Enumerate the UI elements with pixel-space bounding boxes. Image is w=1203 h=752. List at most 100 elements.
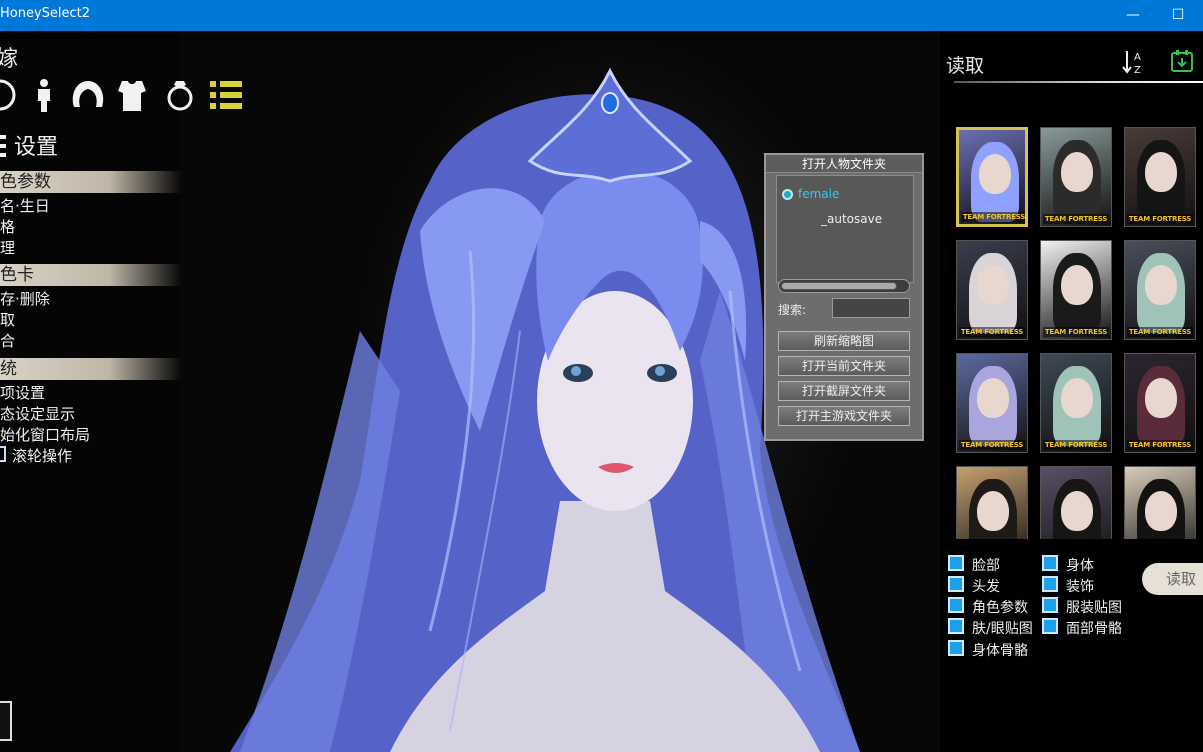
open-current-folder-button[interactable]: 打开当前文件夹 — [778, 356, 910, 376]
card-face — [1145, 152, 1177, 192]
card-badge: TEAM FORTRESS 2 — [1043, 214, 1109, 226]
chara-edit-menu: 嫁 设置 色参数 名·生日 格 理 色卡 存·删除 取 合 统 项设置 态设定显… — [0, 31, 242, 752]
load-panel: 读取 A Z TEAM FORTRESS 2TEAM FORTRESS 2TEA… — [940, 31, 1203, 752]
section-label: 统 — [0, 359, 17, 379]
option-label-face: 脸部 — [972, 558, 1000, 574]
maximize-button[interactable]: ☐ — [1155, 0, 1201, 31]
character-card-thumbnail[interactable]: TEAM FORTRESS 2 — [956, 353, 1028, 453]
section-chara-params: 色参数 — [0, 171, 182, 193]
svg-text:A: A — [1134, 52, 1141, 63]
save-card-icon[interactable] — [1170, 49, 1194, 73]
character-card-thumbnail[interactable]: TEAM FORTRESS 2 — [1124, 240, 1196, 340]
card-face — [1061, 152, 1093, 192]
option-label-skin-eye: 肤/眼贴图 — [972, 621, 1033, 637]
option-label-params: 角色参数 — [972, 600, 1028, 616]
character-card-thumbnail[interactable]: TEAM FORTRESS 2 — [1124, 353, 1196, 453]
menu-item-load[interactable]: 取 — [0, 310, 15, 330]
character-card-grid: TEAM FORTRESS 2 TEAM FORTRESS 2 TEAM FORTR… — [956, 127, 1203, 539]
folder-node-autosave[interactable]: _autosave — [821, 212, 882, 226]
character-card-thumbnail[interactable] — [956, 466, 1028, 539]
scroll-thumb[interactable] — [781, 282, 897, 290]
card-badge: TEAM FORTRESS 2 — [959, 327, 1025, 339]
menu-item-state-display[interactable]: 态设定显示 — [0, 404, 75, 424]
card-face — [1061, 491, 1093, 531]
character-card-thumbnail[interactable]: TEAM FORTRESS 2 — [1124, 127, 1196, 227]
character-card-thumbnail[interactable]: TEAM FORTRESS 2 — [1040, 127, 1112, 227]
option-label-body-bones: 身体骨骼 — [972, 643, 1028, 659]
card-face — [977, 265, 1009, 305]
folder-scrollbar[interactable] — [778, 279, 910, 293]
clothes-icon[interactable] — [114, 77, 150, 113]
option-checkbox-accessories[interactable] — [1042, 576, 1058, 592]
menu-item-wheel-operation[interactable]: 滚轮操作 — [12, 446, 72, 466]
option-checkbox-clothes-texture[interactable] — [1042, 597, 1058, 613]
option-checkbox-body[interactable] — [1042, 555, 1058, 571]
svg-text:Z: Z — [1134, 65, 1141, 75]
window-titlebar: HoneySelect2 — ☐ — [0, 0, 1203, 31]
body-icon[interactable] — [26, 77, 62, 113]
accessory-icon[interactable] — [162, 77, 198, 113]
refresh-thumbnails-button[interactable]: 刷新缩略图 — [778, 331, 910, 351]
card-face — [977, 491, 1009, 531]
section-label: 色参数 — [0, 172, 51, 192]
wheel-operation-checkbox[interactable] — [0, 446, 6, 462]
card-face — [979, 154, 1011, 194]
option-checkbox-face[interactable] — [948, 555, 964, 571]
character-card-thumbnail[interactable]: TEAM FORTRESS 2 — [1040, 353, 1112, 453]
face-icon[interactable] — [0, 77, 26, 113]
character-card-thumbnail[interactable] — [1124, 466, 1196, 539]
open-game-folder-button[interactable]: 打开主游戏文件夹 — [778, 406, 910, 426]
folder-popup: 打开人物文件夹 female _autosave 搜索: 刷新缩略图 打开当前文… — [764, 153, 924, 441]
window-title: HoneySelect2 — [0, 6, 91, 21]
section-system: 统 — [0, 358, 182, 380]
character-card-thumbnail[interactable]: TEAM FORTRESS 2 — [956, 127, 1028, 227]
folder-radio[interactable] — [782, 189, 793, 200]
minimize-button[interactable]: — — [1110, 0, 1156, 31]
option-checkbox-skin-eye[interactable] — [948, 618, 964, 634]
option-checkbox-face-bones[interactable] — [1042, 618, 1058, 634]
menu-item-option-settings[interactable]: 项设置 — [0, 383, 45, 403]
menu-item-name-birthday[interactable]: 名·生日 — [0, 196, 50, 216]
folder-tree: female _autosave — [776, 175, 914, 283]
title-divider — [954, 81, 1203, 83]
search-input[interactable] — [832, 298, 910, 318]
character-card-thumbnail[interactable] — [1040, 466, 1112, 539]
card-badge: TEAM FORTRESS 2 — [959, 440, 1025, 452]
settings-header-label: 设置 — [14, 135, 59, 160]
menu-item-physiology[interactable]: 理 — [0, 238, 15, 258]
load-button[interactable]: 读取 — [1142, 563, 1203, 595]
card-face — [1145, 491, 1177, 531]
category-icon-bar — [0, 77, 260, 117]
character-card-thumbnail[interactable]: TEAM FORTRESS 2 — [1040, 240, 1112, 340]
open-screenshot-folder-button[interactable]: 打开截屏文件夹 — [778, 381, 910, 401]
option-checkbox-hair[interactable] — [948, 576, 964, 592]
section-label: 色卡 — [0, 265, 34, 285]
settings-header: 设置 — [0, 129, 58, 161]
option-checkbox-params[interactable] — [948, 597, 964, 613]
card-face — [1145, 378, 1177, 418]
option-label-accessories: 装饰 — [1066, 579, 1094, 595]
popup-title: 打开人物文件夹 — [766, 155, 922, 173]
sort-az-icon[interactable]: A Z — [1122, 49, 1146, 75]
load-panel-title: 读取 — [946, 55, 985, 77]
hair-icon[interactable] — [70, 77, 106, 113]
card-badge: TEAM FORTRESS 2 — [1127, 214, 1193, 226]
card-badge: TEAM FORTRESS 2 — [1043, 327, 1109, 339]
menu-item-save-delete[interactable]: 存·删除 — [0, 289, 50, 309]
search-label: 搜索: — [778, 303, 807, 317]
card-face — [1145, 265, 1177, 305]
character-card-thumbnail[interactable]: TEAM FORTRESS 2 — [956, 240, 1028, 340]
card-face — [1061, 378, 1093, 418]
folder-node-female[interactable]: female — [798, 187, 839, 201]
bottom-left-toggle[interactable] — [0, 701, 12, 741]
menu-item-personality[interactable]: 格 — [0, 217, 15, 237]
menu-item-reset-layout[interactable]: 始化窗口布局 — [0, 425, 90, 445]
option-label-face-bones: 面部骨骼 — [1066, 621, 1122, 637]
list-menu-icon[interactable] — [208, 77, 244, 113]
option-checkbox-body-bones[interactable] — [948, 640, 964, 656]
menu-item-combine[interactable]: 合 — [0, 331, 15, 351]
option-label-body: 身体 — [1066, 558, 1094, 574]
section-chara-card: 色卡 — [0, 264, 182, 286]
card-face — [1061, 265, 1093, 305]
card-badge: TEAM FORTRESS 2 — [1127, 440, 1193, 452]
